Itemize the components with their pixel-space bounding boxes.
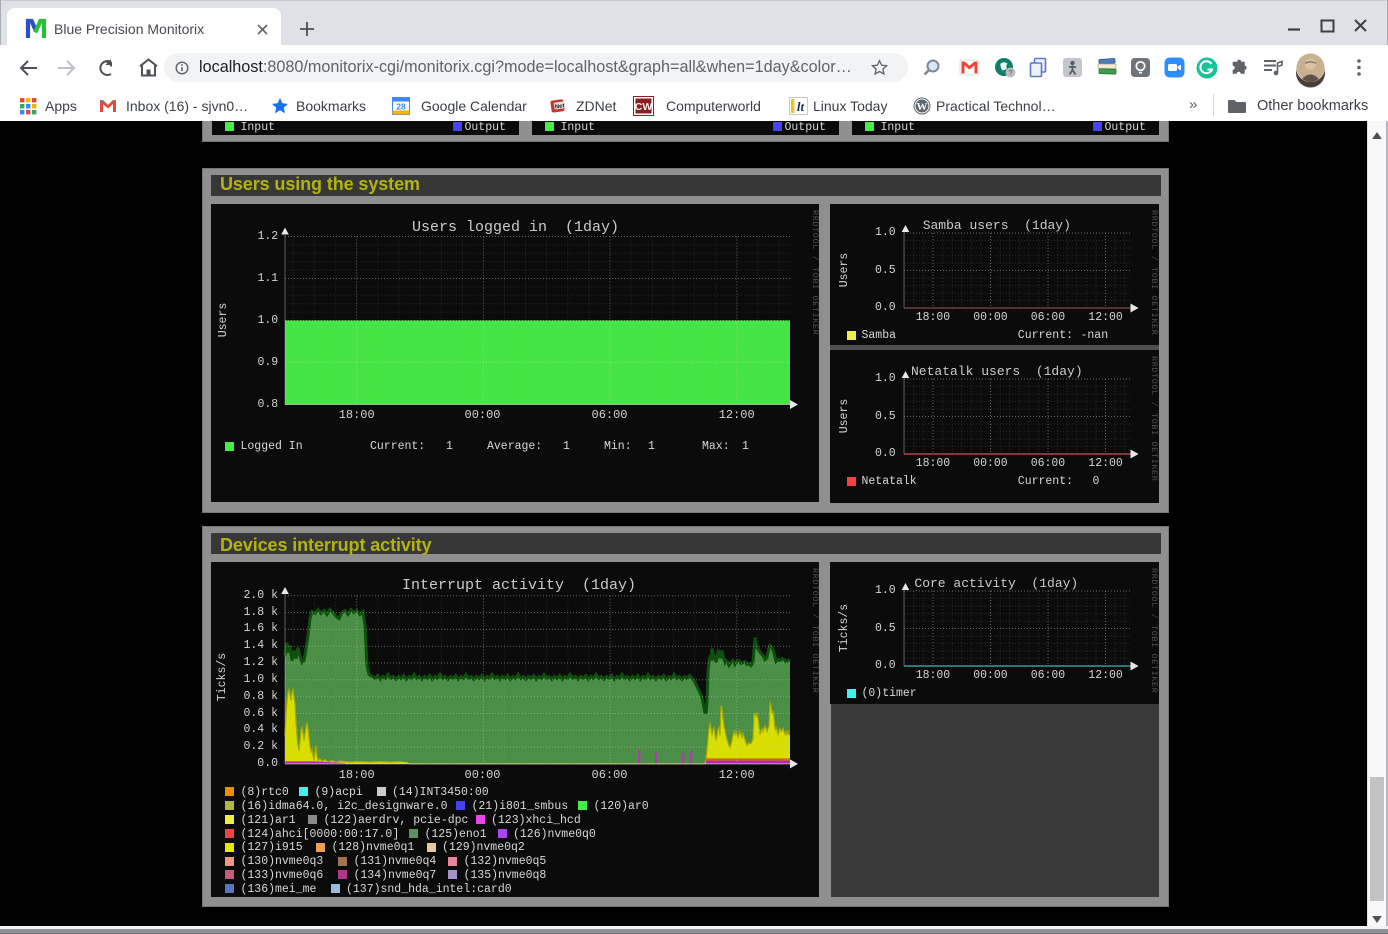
svg-text:W: W xyxy=(917,101,928,113)
svg-text:lt: lt xyxy=(797,99,805,114)
svg-text:CW: CW xyxy=(635,101,653,113)
svg-text:28: 28 xyxy=(396,102,406,112)
svg-text:?: ? xyxy=(1008,68,1012,77)
